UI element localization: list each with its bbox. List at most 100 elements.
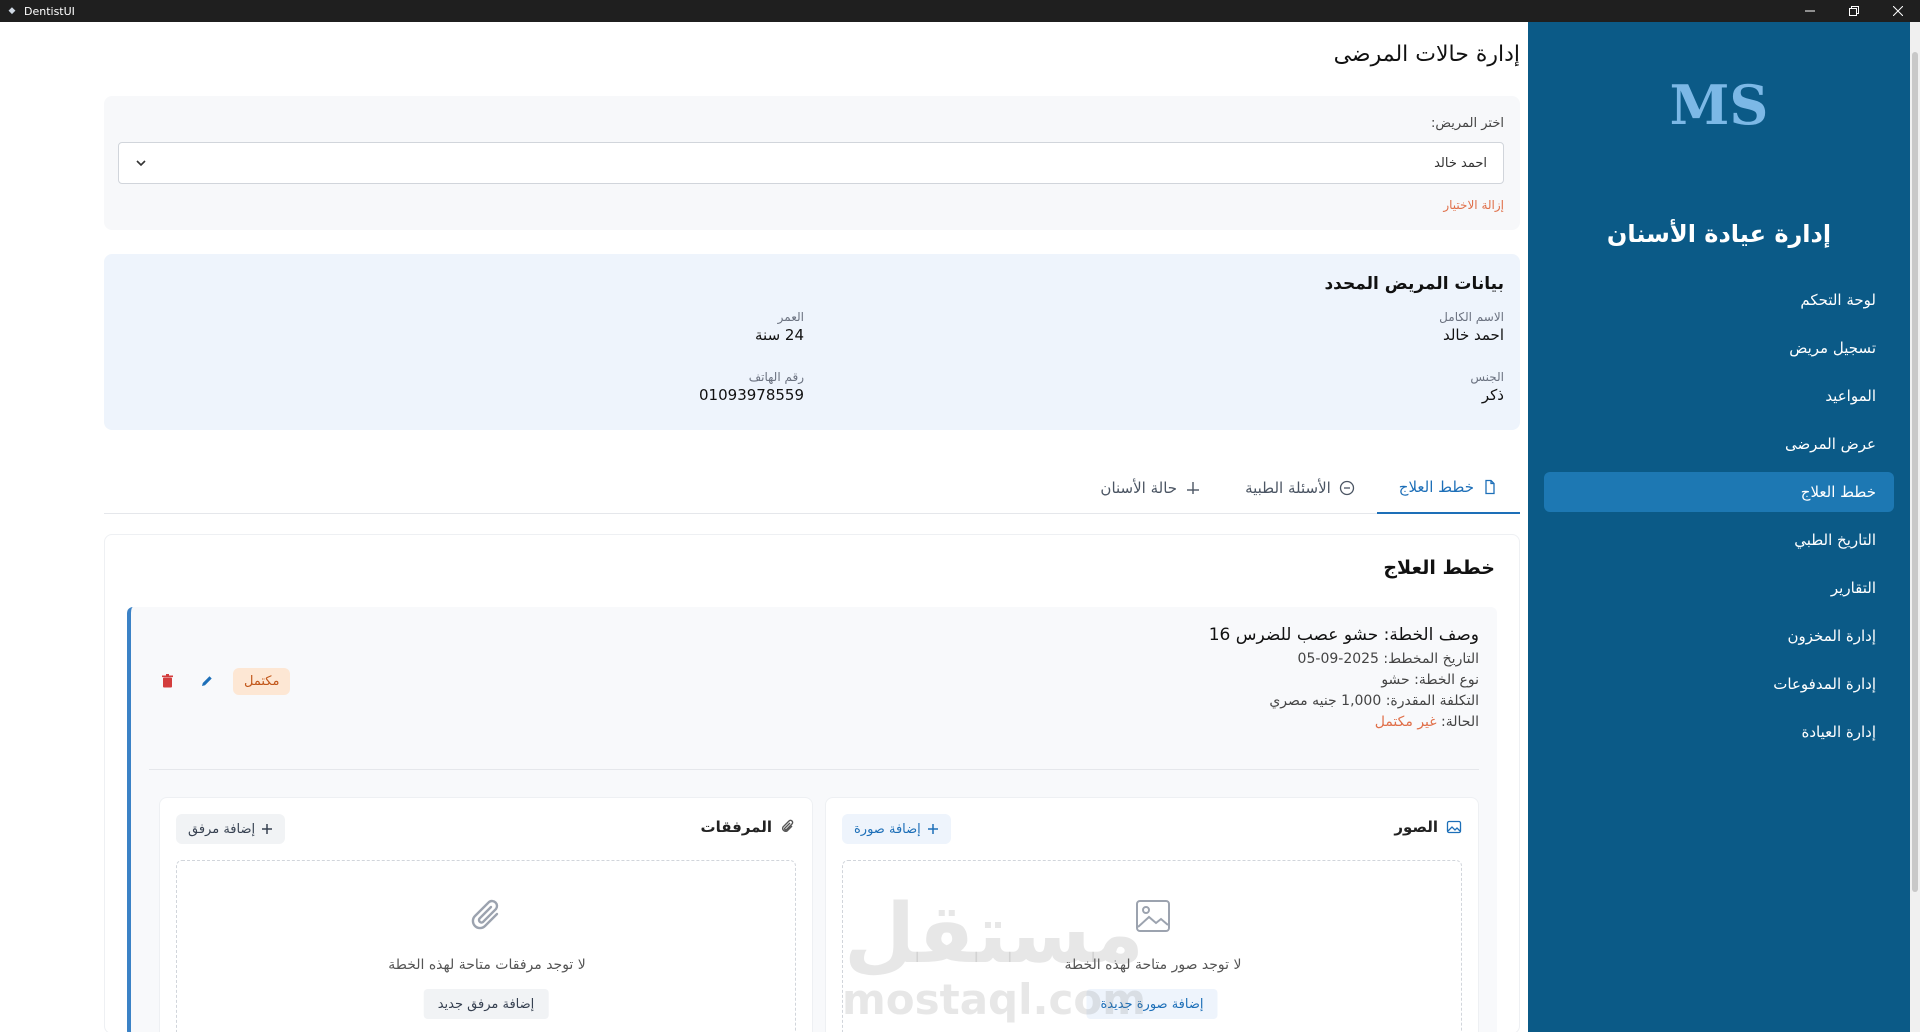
images-header: الصور	[1394, 818, 1462, 836]
gender-label: الجنس	[1470, 370, 1504, 384]
tab-teeth-status[interactable]: حالة الأسنان	[1078, 462, 1223, 514]
sidebar-item-appointments[interactable]: المواعيد	[1544, 376, 1894, 416]
attachments-empty-text: لا توجد مرفقات متاحة لهذه الخطة	[388, 957, 586, 973]
tab-treatment-plans[interactable]: خطط العلاج	[1376, 462, 1520, 514]
sidebar-item-label: إدارة العيادة	[1801, 723, 1877, 741]
phone-value: 01093978559	[699, 386, 804, 404]
plan-details: وصف الخطة: حشو عصب للضرس 16 التاريخ المخ…	[1209, 625, 1479, 735]
trash-icon	[161, 674, 173, 688]
plan-status-value: غير مكتمل	[1374, 714, 1437, 730]
plan-card: وصف الخطة: حشو عصب للضرس 16 التاريخ المخ…	[127, 607, 1497, 1032]
scrollbar[interactable]	[1910, 22, 1920, 1032]
restore-icon	[1849, 6, 1859, 16]
sidebar-item-label: إدارة المخزون	[1787, 627, 1876, 645]
sidebar-item-label: لوحة التحكم	[1800, 291, 1876, 309]
plan-type: نوع الخطة: حشو	[1381, 672, 1479, 688]
gender-value: ذكر	[1481, 386, 1504, 404]
name-value: احمد خالد	[1442, 326, 1504, 344]
sidebar-item-register-patient[interactable]: تسجيل مريض	[1544, 328, 1894, 368]
sidebar-item-treatment-plans[interactable]: خطط العلاج	[1544, 472, 1894, 512]
sidebar-item-payments[interactable]: إدارة المدفوعات	[1544, 664, 1894, 704]
sidebar-item-view-patients[interactable]: عرض المرضى	[1544, 424, 1894, 464]
name-field: الاسم الكامل احمد خالد	[1439, 310, 1504, 344]
add-image-button[interactable]: إضافة صورة	[842, 814, 951, 844]
sidebar-item-label: التاريخ الطبي	[1794, 531, 1876, 549]
logo-icon: MS	[1670, 73, 1769, 136]
gender-field: الجنس ذكر	[1470, 370, 1504, 404]
add-image-label: إضافة صورة	[854, 821, 921, 837]
close-icon	[1893, 6, 1903, 16]
page-title: إدارة حالات المرضى	[1333, 42, 1520, 67]
attachments-dropzone: لا توجد مرفقات متاحة لهذه الخطة إضافة مر…	[176, 860, 796, 1032]
tab-medical-questions[interactable]: الأسئلة الطبية	[1223, 462, 1377, 514]
tab-label: الأسئلة الطبية	[1245, 479, 1331, 497]
sidebar-item-label: تسجيل مريض	[1789, 339, 1876, 357]
plus-icon	[927, 824, 938, 834]
sidebar-item-clinic-management[interactable]: إدارة العيادة	[1544, 712, 1894, 752]
sidebar-item-medical-history[interactable]: التاريخ الطبي	[1544, 520, 1894, 560]
images-dropzone: لا توجد صور متاحة لهذه الخطة إضافة صورة …	[842, 860, 1462, 1032]
patient-select[interactable]: احمد خالد	[118, 142, 1504, 184]
clear-selection-link[interactable]: إزالة الاختيار	[1443, 198, 1504, 212]
images-title: الصور	[1394, 818, 1438, 836]
sidebar-nav: لوحة التحكم تسجيل مريض المواعيد عرض المر…	[1544, 280, 1894, 760]
clinic-logo: MS	[1528, 72, 1910, 136]
plan-actions: مكتمل	[153, 667, 291, 695]
attachments-header: المرفقات	[701, 818, 796, 836]
delete-plan-button[interactable]	[153, 667, 181, 695]
age-label: العمر	[777, 310, 804, 324]
plan-status-label: الحالة:	[1441, 714, 1479, 730]
sidebar-title: إدارة عيادة الأسنان	[1606, 220, 1832, 248]
images-empty-text: لا توجد صور متاحة لهذه الخطة	[1064, 957, 1242, 973]
add-attachment-button[interactable]: إضافة مرفق	[176, 814, 286, 844]
tabs: خطط العلاج الأسئلة الطبية حالة الأسنان	[104, 462, 1520, 514]
close-button[interactable]	[1876, 0, 1920, 22]
logo-text: MS	[1670, 73, 1769, 136]
attachments-title: المرفقات	[700, 818, 772, 836]
sidebar-item-reports[interactable]: التقارير	[1544, 568, 1894, 608]
sidebar-item-label: التقارير	[1830, 579, 1876, 597]
main-content: إدارة حالات المرضى اختر المريض: احمد خال…	[30, 22, 1520, 1032]
edit-plan-button[interactable]	[193, 667, 221, 695]
sidebar-item-label: إدارة المدفوعات	[1773, 675, 1876, 693]
panel-title: خطط العلاج	[1383, 557, 1495, 579]
sidebar-item-inventory[interactable]: إدارة المخزون	[1544, 616, 1894, 656]
chevron-down-icon	[136, 160, 146, 167]
add-attachment-label: إضافة مرفق	[188, 821, 256, 837]
document-icon	[1485, 479, 1495, 495]
window-titlebar: ◆ DentistUI	[0, 0, 1920, 22]
add-new-attachment-button[interactable]: إضافة مرفق جديد	[423, 989, 549, 1019]
sidebar-item-dashboard[interactable]: لوحة التحكم	[1544, 280, 1894, 320]
plus-icon	[1187, 482, 1200, 494]
patient-info-title: بيانات المريض المحدد	[1324, 274, 1504, 294]
tab-label: حالة الأسنان	[1100, 479, 1178, 497]
plan-cost: التكلفة المقدرة: 1,000 جنيه مصري	[1269, 693, 1479, 709]
patient-select-card: اختر المريض: احمد خالد إزالة الاختيار	[104, 96, 1520, 230]
patient-info-card: بيانات المريض المحدد الاسم الكامل احمد خ…	[104, 254, 1520, 430]
app-icon: ◆	[8, 6, 16, 16]
circle-icon	[1339, 480, 1354, 496]
window-controls	[1788, 0, 1920, 22]
image-icon	[1446, 820, 1462, 834]
sidebar-item-label: عرض المرضى	[1784, 435, 1876, 453]
image-placeholder-icon	[1136, 900, 1170, 932]
minimize-button[interactable]	[1788, 0, 1832, 22]
tab-label: خطط العلاج	[1398, 478, 1474, 496]
plan-date: التاريخ المخطط: 2025-09-05	[1297, 651, 1479, 667]
scrollbar-thumb[interactable]	[1912, 52, 1918, 892]
window-title: DentistUI	[24, 4, 75, 18]
restore-button[interactable]	[1832, 0, 1876, 22]
add-new-image-button[interactable]: إضافة صورة جديدة	[1086, 989, 1218, 1019]
divider	[149, 769, 1479, 770]
mark-complete-button[interactable]: مكتمل	[233, 667, 291, 695]
phone-label: رقم الهاتف	[748, 370, 804, 384]
sidebar: MS إدارة عيادة الأسنان لوحة التحكم تسجيل…	[1528, 22, 1910, 1032]
pencil-icon	[202, 676, 212, 686]
patient-select-value: احمد خالد	[1434, 155, 1487, 171]
image-icon-wrapper	[843, 897, 1463, 935]
phone-field: رقم الهاتف 01093978559	[699, 370, 804, 404]
paperclip-icon-wrapper	[177, 897, 797, 935]
treatment-plans-panel: خطط العلاج وصف الخطة: حشو عصب للضرس 16 ا…	[104, 534, 1520, 1032]
plus-icon	[262, 824, 273, 834]
plan-description: وصف الخطة: حشو عصب للضرس 16	[1208, 625, 1479, 645]
